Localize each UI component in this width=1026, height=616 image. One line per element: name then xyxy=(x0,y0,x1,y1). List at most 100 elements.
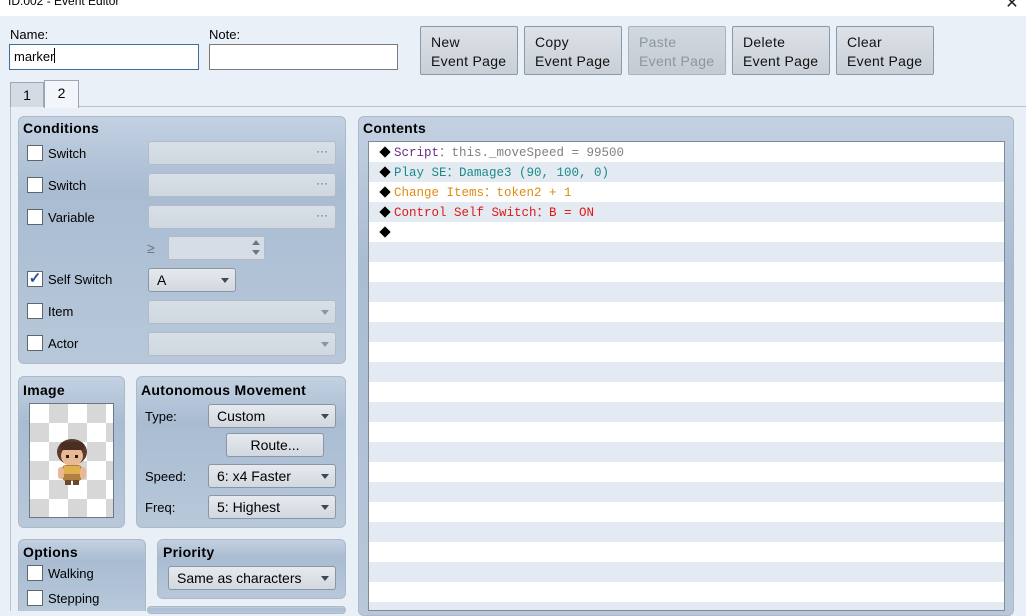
command-separator: ： xyxy=(536,206,550,220)
ellipsis-icon: ··· xyxy=(316,144,328,158)
contents-title: Contents xyxy=(363,120,427,136)
tab-page-1[interactable]: 1 xyxy=(10,82,44,107)
button-line1: Delete xyxy=(743,34,786,50)
self-switch-dropdown[interactable]: A xyxy=(148,268,236,292)
trigger-panel-edge xyxy=(147,606,346,614)
command-separator: ： xyxy=(446,166,460,180)
command-args: this._moveSpeed = 99500 xyxy=(451,146,625,160)
variable-selector[interactable]: ··· xyxy=(148,205,336,229)
command-args: B = ON xyxy=(549,206,595,220)
switch2-selector[interactable]: ··· xyxy=(148,173,336,197)
movement-type-value: Custom xyxy=(217,408,266,424)
event-command-list[interactable]: Script：this._moveSpeed = 99500 Play SE：D… xyxy=(368,141,1005,611)
switch1-selector[interactable]: ··· xyxy=(148,141,336,165)
command-name: Control Self Switch xyxy=(394,206,537,220)
priority-dropdown[interactable]: Same as characters xyxy=(168,566,336,590)
priority-title: Priority xyxy=(163,544,215,560)
movement-speed-value: 6: x4 Faster xyxy=(217,468,291,484)
options-title: Options xyxy=(23,544,78,560)
stepping-checkbox[interactable] xyxy=(27,590,43,606)
ellipsis-icon: ··· xyxy=(316,208,328,222)
variable-value-spinner[interactable] xyxy=(168,236,265,260)
stepping-label: Stepping xyxy=(48,591,100,606)
window-title: ID:002 - Event Editor xyxy=(8,0,120,8)
command-separator: ： xyxy=(439,146,452,160)
walking-label: Walking xyxy=(48,566,94,581)
route-button[interactable]: Route... xyxy=(226,433,324,457)
conditions-title: Conditions xyxy=(23,120,100,136)
name-label: Name: xyxy=(10,27,49,42)
chevron-down-icon xyxy=(321,310,329,315)
name-value: marker xyxy=(14,49,55,64)
delete-event-page-button[interactable]: Delete Event Page xyxy=(732,26,830,75)
actor-checkbox[interactable] xyxy=(27,335,43,351)
movement-type-label: Type: xyxy=(145,409,177,424)
note-field[interactable] xyxy=(209,44,398,70)
list-item[interactable]: Play SE：Damage3 (90, 100, 0) xyxy=(379,163,610,183)
switch2-checkbox[interactable] xyxy=(27,177,43,193)
clear-event-page-button[interactable]: Clear Event Page xyxy=(836,26,934,75)
diamond-bullet-icon xyxy=(379,166,391,178)
item-checkbox[interactable] xyxy=(27,303,43,319)
close-icon[interactable]: ✕ xyxy=(1004,0,1020,13)
movement-freq-dropdown[interactable]: 5: Highest xyxy=(208,495,336,519)
command-args: Damage3 (90, 100, 0) xyxy=(459,166,610,180)
command-name: Change Items xyxy=(394,186,485,200)
chevron-down-icon xyxy=(321,474,329,479)
ellipsis-icon: ··· xyxy=(316,176,328,190)
switch1-checkbox[interactable] xyxy=(27,145,43,161)
spin-down-icon[interactable] xyxy=(252,250,260,255)
item-label: Item xyxy=(48,304,74,319)
switch2-label: Switch xyxy=(48,178,87,193)
switch1-label: Switch xyxy=(48,146,87,161)
name-field[interactable]: marker xyxy=(9,44,199,70)
button-line1: Clear xyxy=(847,34,882,50)
movement-freq-label: Freq: xyxy=(145,500,176,515)
button-line2: Event Page xyxy=(639,53,715,69)
spin-up-icon[interactable] xyxy=(252,240,260,245)
autonomous-movement-title: Autonomous Movement xyxy=(141,382,307,398)
movement-freq-value: 5: Highest xyxy=(217,499,281,515)
button-line2: Event Page xyxy=(431,53,507,69)
button-line1: Copy xyxy=(535,34,569,50)
self-switch-checkbox[interactable]: ✓ xyxy=(27,271,43,287)
chevron-down-icon xyxy=(321,505,329,510)
movement-speed-label: Speed: xyxy=(145,469,187,484)
chevron-down-icon xyxy=(321,576,329,581)
list-item[interactable]: Control Self Switch：B = ON xyxy=(379,203,595,223)
diamond-bullet-icon xyxy=(379,226,391,238)
button-line1: Paste xyxy=(639,34,677,50)
character-image[interactable] xyxy=(29,403,114,518)
button-line2: Event Page xyxy=(847,53,923,69)
gte-symbol: ≥ xyxy=(147,240,155,256)
chevron-down-icon xyxy=(221,278,229,283)
variable-label: Variable xyxy=(48,210,95,225)
item-dropdown[interactable] xyxy=(148,300,336,324)
actor-dropdown[interactable] xyxy=(148,332,336,356)
list-item[interactable] xyxy=(379,223,394,243)
command-separator: ： xyxy=(484,186,497,200)
self-switch-label: Self Switch xyxy=(48,272,113,287)
text-caret xyxy=(54,48,56,63)
list-item[interactable]: Script：this._moveSpeed = 99500 xyxy=(379,143,625,163)
priority-value: Same as characters xyxy=(177,570,302,586)
copy-event-page-button[interactable]: Copy Event Page xyxy=(524,26,622,75)
walking-checkbox[interactable] xyxy=(27,565,43,581)
actor-label: Actor xyxy=(48,336,79,351)
list-item[interactable]: Change Items：token2 + 1 xyxy=(379,183,572,203)
button-line1: New xyxy=(431,34,460,50)
paste-event-page-button[interactable]: Paste Event Page xyxy=(628,26,726,75)
diamond-bullet-icon xyxy=(379,186,391,198)
variable-checkbox[interactable] xyxy=(27,209,43,225)
self-switch-value: A xyxy=(157,272,167,288)
tab-page-2[interactable]: 2 xyxy=(44,80,79,108)
command-name: Script xyxy=(394,146,440,160)
movement-type-dropdown[interactable]: Custom xyxy=(208,404,336,428)
chevron-down-icon xyxy=(321,414,329,419)
movement-speed-dropdown[interactable]: 6: x4 Faster xyxy=(208,464,336,488)
diamond-bullet-icon xyxy=(379,146,391,158)
button-line2: Event Page xyxy=(743,53,819,69)
new-event-page-button[interactable]: New Event Page xyxy=(420,26,518,75)
image-title: Image xyxy=(23,382,65,398)
chevron-down-icon xyxy=(321,342,329,347)
